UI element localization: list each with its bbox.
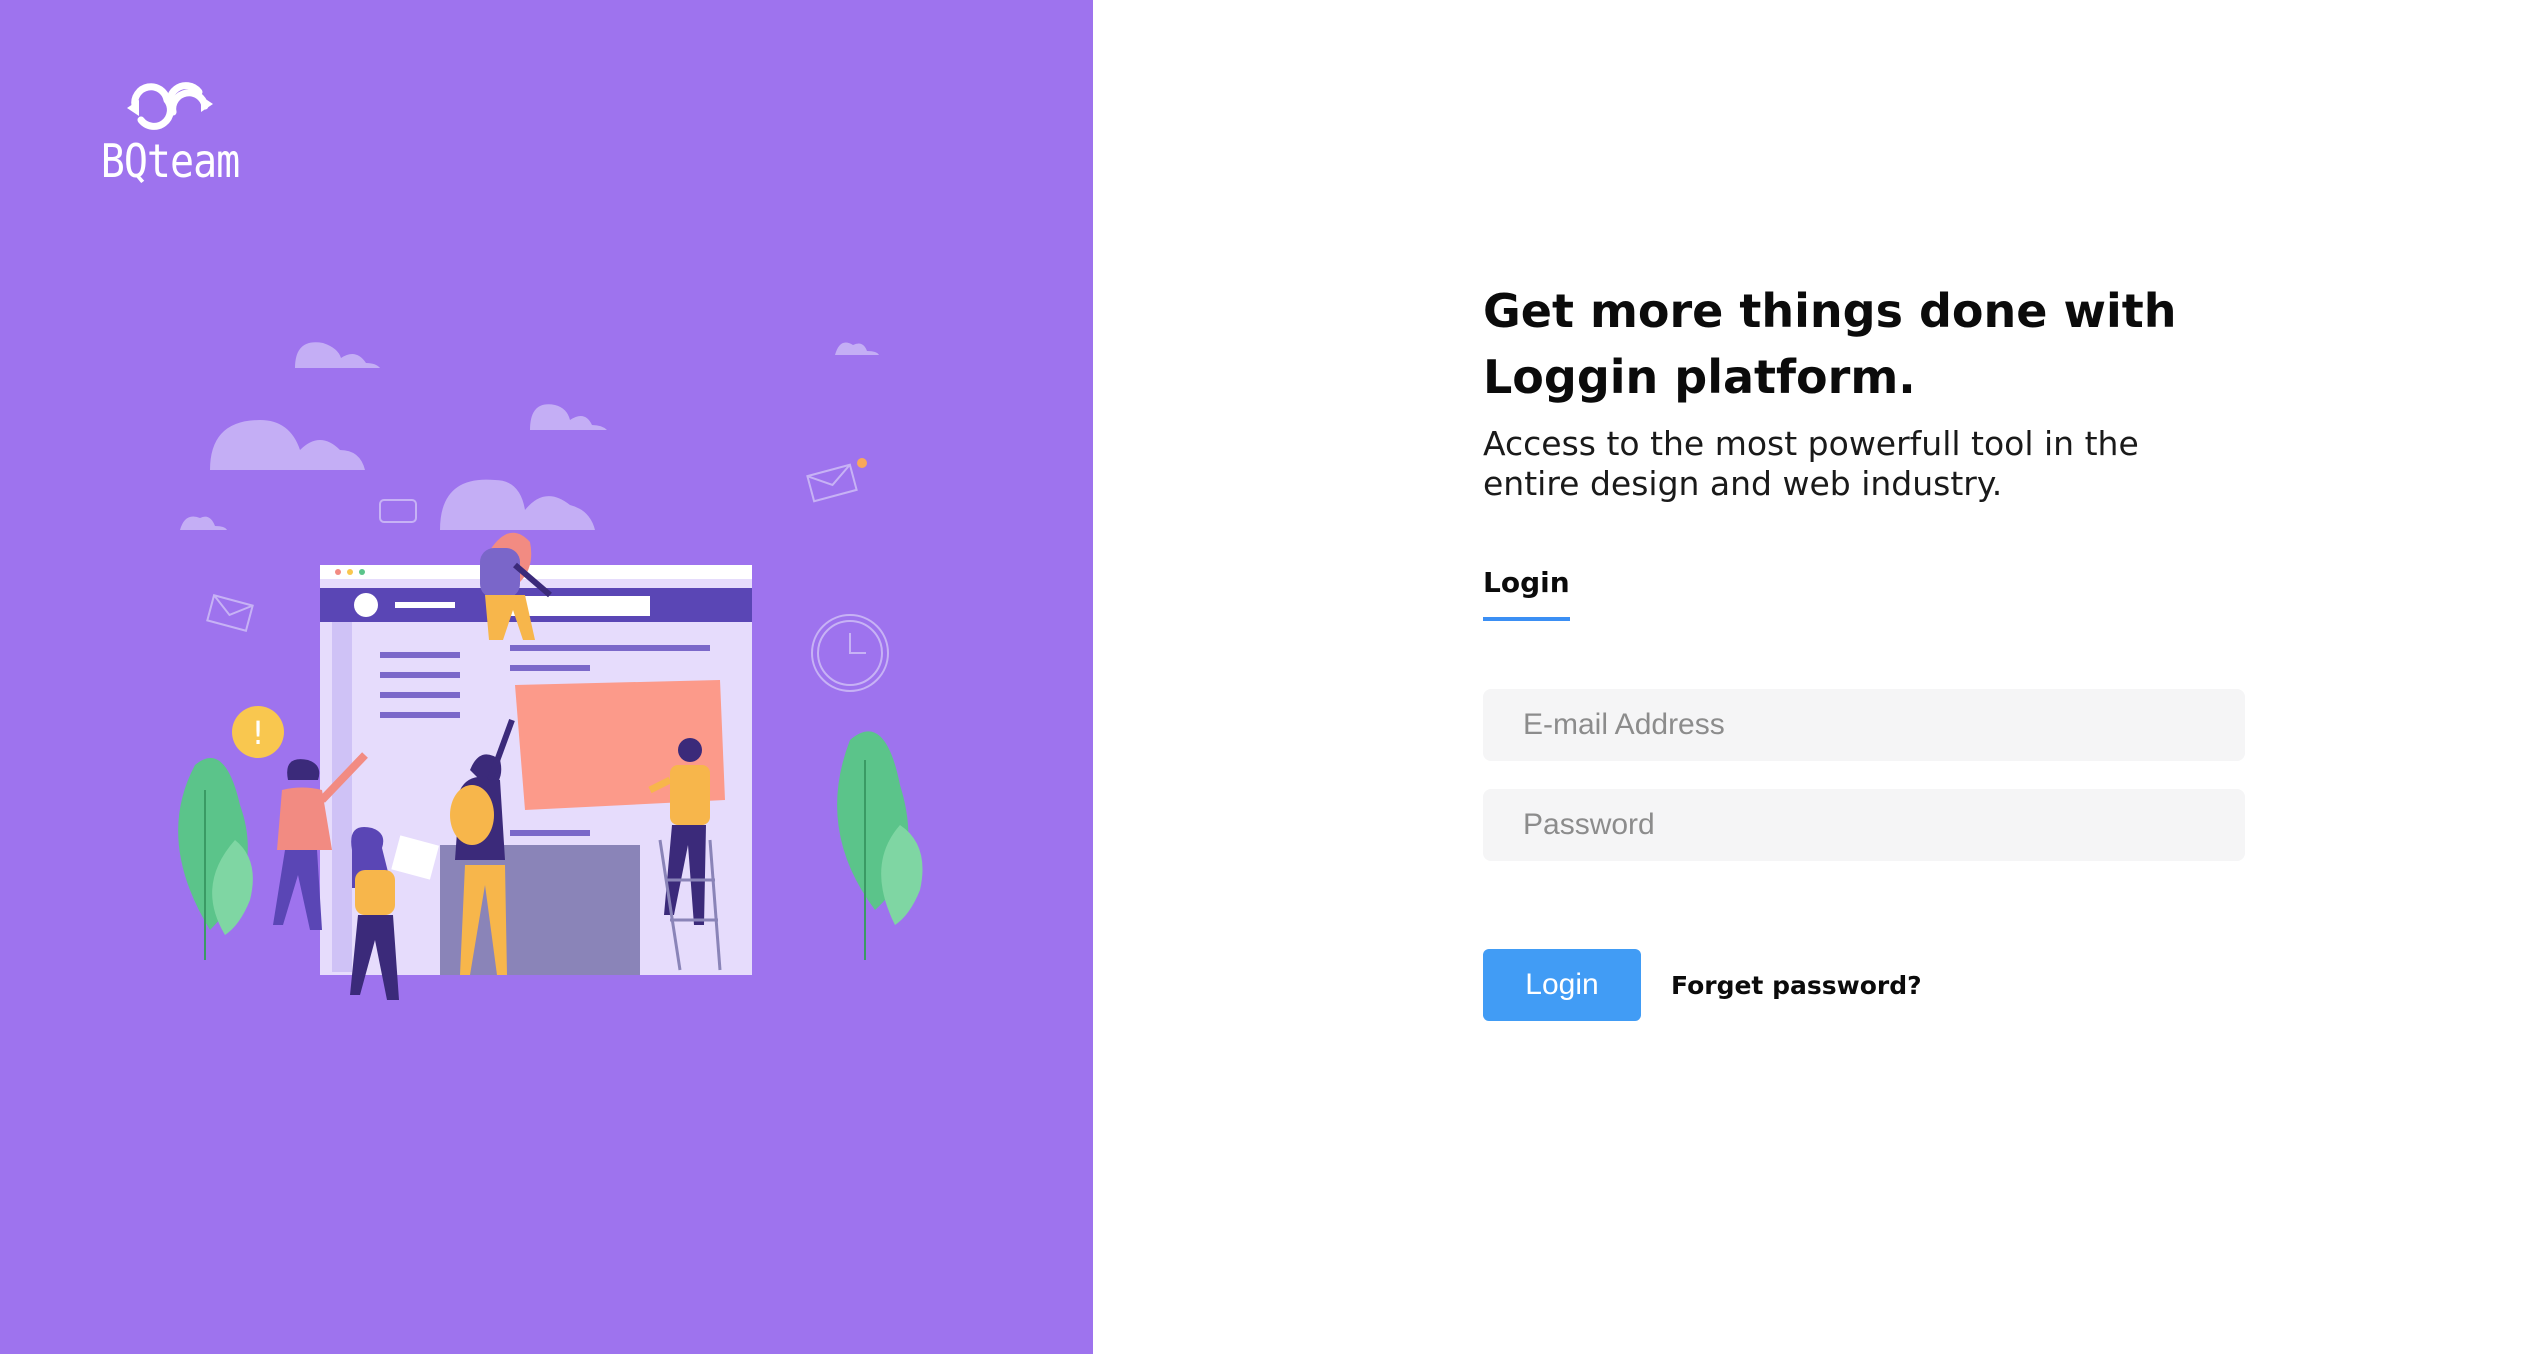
page-title: Get more things done with Loggin platfor… [1483,284,2177,404]
tab-login[interactable]: Login [1483,566,1570,621]
login-form-container: Get more things done with Loggin platfor… [1483,278,2263,1021]
cloud-icon [180,342,879,530]
email-field[interactable] [1483,689,2245,761]
forgot-password-link[interactable]: Forget password? [1671,971,1922,1000]
login-button[interactable]: Login [1483,949,1641,1021]
form-actions: Login Forget password? [1483,949,2263,1021]
password-field[interactable] [1483,789,2245,861]
login-page: BQteam ! Get more things done with Loggi… [0,0,2544,1354]
illustration-panel: BQteam ! [0,0,1093,1354]
brand-name: BQteam [100,135,241,189]
linked-arrows-logo-icon [127,82,213,130]
page-subtitle: Access to the most powerfull tool in the… [1483,424,2139,503]
svg-text:!: ! [252,714,265,752]
login-panel: Get more things done with Loggin platfor… [1093,0,2544,1354]
brand-logo[interactable]: BQteam [90,80,250,189]
auth-tabs: Login [1483,566,2263,621]
team-collaboration-illustration: ! [178,342,923,1000]
